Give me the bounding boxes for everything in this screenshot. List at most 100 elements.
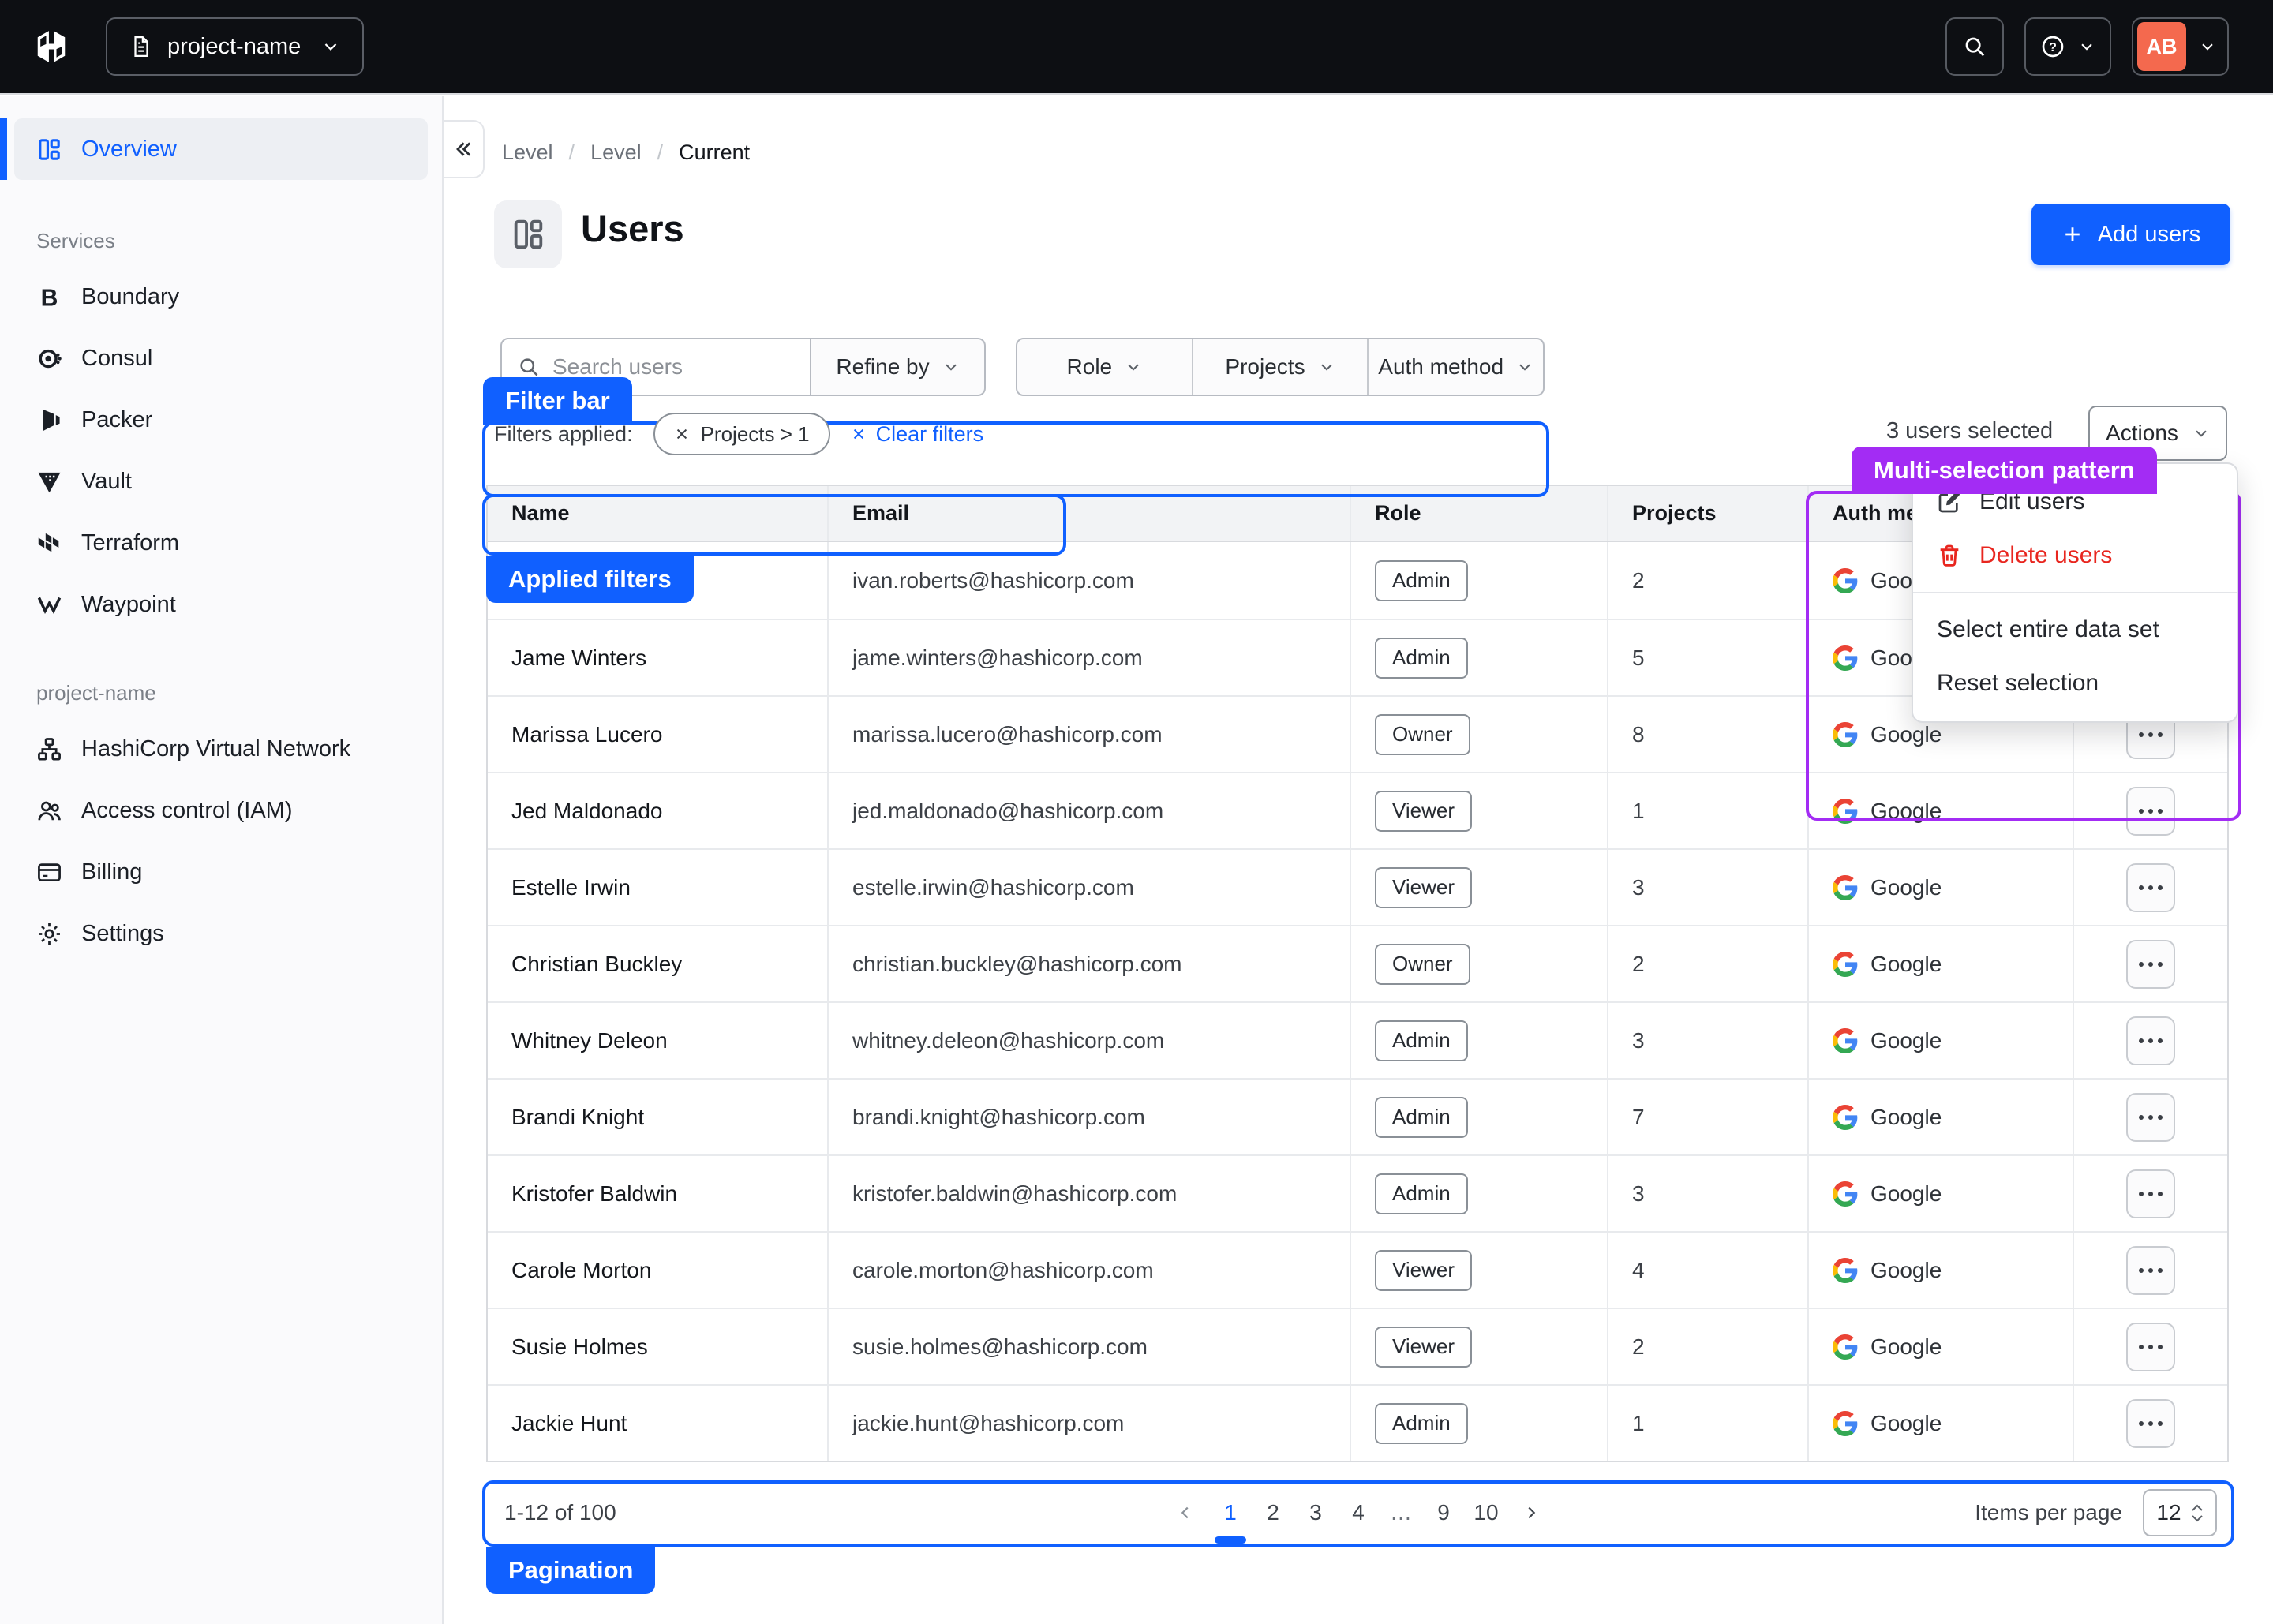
page-button-1[interactable]: 1 bbox=[1209, 1484, 1252, 1542]
page-button-4[interactable]: 4 bbox=[1337, 1484, 1380, 1542]
sidebar-item-billing[interactable]: Billing bbox=[14, 841, 428, 903]
sidebar-item-label: Settings bbox=[81, 921, 164, 947]
items-per-page-label: Items per page bbox=[1975, 1500, 2122, 1525]
sidebar-item-label: Overview bbox=[81, 137, 177, 163]
annotation-multi-selection: Multi-selection pattern bbox=[1852, 447, 2157, 494]
user-projects-count: 5 bbox=[1607, 620, 1807, 695]
avatar: AB bbox=[2137, 22, 2186, 71]
account-menu-button[interactable]: AB bbox=[2132, 17, 2229, 76]
grid-icon bbox=[36, 137, 62, 163]
help-menu-button[interactable]: ? bbox=[2024, 17, 2111, 76]
sidebar-item-hvn[interactable]: HashiCorp Virtual Network bbox=[14, 718, 428, 780]
close-icon bbox=[851, 426, 867, 442]
row-actions-button[interactable] bbox=[2126, 1399, 2175, 1448]
items-per-page-stepper[interactable]: 12 bbox=[2143, 1489, 2217, 1536]
filter-chip-projects[interactable]: Projects > 1 bbox=[653, 413, 830, 455]
sidebar-item-consul[interactable]: Consul bbox=[14, 327, 428, 389]
auth-method-filter-dropdown[interactable]: Auth method bbox=[1367, 339, 1543, 395]
role-badge: Admin bbox=[1375, 560, 1468, 601]
column-header-email: Email bbox=[827, 486, 1350, 541]
row-actions-button[interactable] bbox=[2126, 1016, 2175, 1065]
google-icon bbox=[1833, 568, 1858, 593]
row-actions-button[interactable] bbox=[2126, 1246, 2175, 1295]
sidebar-item-waypoint[interactable]: Waypoint bbox=[14, 574, 428, 635]
auth-method-filter-label: Auth method bbox=[1378, 354, 1503, 380]
refine-by-dropdown[interactable]: Refine by bbox=[811, 338, 986, 396]
boundary-logo-icon: B bbox=[36, 284, 62, 310]
breadcrumb-item[interactable]: Level bbox=[590, 140, 642, 165]
role-filter-label: Role bbox=[1067, 354, 1113, 380]
user-email: jed.maldonado@hashicorp.com bbox=[827, 773, 1350, 848]
chevron-down-icon bbox=[1318, 358, 1335, 376]
chevron-left-icon bbox=[1177, 1504, 1194, 1521]
user-actions-cell bbox=[2073, 1080, 2227, 1154]
role-badge: Admin bbox=[1375, 1173, 1468, 1214]
sidebar-item-vault[interactable]: Vault bbox=[14, 451, 428, 512]
items-per-page-control: Items per page 12 bbox=[1975, 1489, 2217, 1536]
google-icon bbox=[1833, 645, 1858, 671]
user-name: Jackie Hunt bbox=[488, 1386, 827, 1461]
pagination-bar: 1-12 of 100 1 2 3 4 … 9 10 Items per pag… bbox=[485, 1484, 2231, 1542]
sidebar-item-access-control[interactable]: Access control (IAM) bbox=[14, 780, 428, 841]
user-role-cell: Owner bbox=[1350, 926, 1607, 1001]
row-actions-button[interactable] bbox=[2126, 863, 2175, 912]
page-button-3[interactable]: 3 bbox=[1294, 1484, 1337, 1542]
user-projects-count: 8 bbox=[1607, 697, 1807, 772]
user-actions-cell bbox=[2073, 1003, 2227, 1078]
user-name: Carole Morton bbox=[488, 1233, 827, 1308]
user-email: jame.winters@hashicorp.com bbox=[827, 620, 1350, 695]
annotation-filter-bar: Filter bar bbox=[483, 377, 632, 425]
row-actions-button[interactable] bbox=[2126, 787, 2175, 836]
user-auth-cell: Google bbox=[1807, 1309, 2073, 1384]
sidebar-item-settings[interactable]: Settings bbox=[14, 903, 428, 964]
previous-page-button[interactable] bbox=[1162, 1484, 1209, 1542]
column-header-role: Role bbox=[1350, 486, 1607, 541]
breadcrumb-item[interactable]: Level bbox=[502, 140, 553, 165]
row-actions-button[interactable] bbox=[2126, 1169, 2175, 1218]
close-icon bbox=[674, 426, 690, 442]
document-icon bbox=[129, 35, 153, 58]
row-actions-button[interactable] bbox=[2126, 1323, 2175, 1371]
sidebar-item-packer[interactable]: Packer bbox=[14, 389, 428, 451]
row-actions-button[interactable] bbox=[2126, 940, 2175, 989]
menu-item-reset-selection[interactable]: Reset selection bbox=[1913, 657, 2237, 710]
row-actions-button[interactable] bbox=[2126, 1093, 2175, 1142]
user-actions-cell bbox=[2073, 850, 2227, 925]
search-users-input[interactable] bbox=[552, 354, 781, 380]
main-content: Level / Level / Current Users Add users … bbox=[445, 96, 2273, 1624]
sidebar: Overview Services B Boundary Consul Pack… bbox=[0, 96, 444, 1624]
page-button-9[interactable]: 9 bbox=[1422, 1484, 1465, 1542]
svg-text:B: B bbox=[41, 285, 58, 310]
table-row: Jackie Hunt jackie.hunt@hashicorp.com Ad… bbox=[488, 1384, 2227, 1461]
pagination-pages: 1 2 3 4 … 9 10 bbox=[1162, 1484, 1555, 1542]
sidebar-section-project: project-name bbox=[36, 681, 406, 705]
breadcrumb-separator: / bbox=[657, 140, 664, 165]
clear-filters-link[interactable]: Clear filters bbox=[851, 422, 984, 447]
menu-item-delete-users[interactable]: Delete users bbox=[1913, 529, 2237, 582]
sidebar-item-terraform[interactable]: Terraform bbox=[14, 512, 428, 574]
user-role-cell: Admin bbox=[1350, 542, 1607, 619]
help-icon: ? bbox=[2040, 34, 2065, 59]
role-filter-dropdown[interactable]: Role bbox=[1017, 339, 1192, 395]
project-switcher[interactable]: project-name bbox=[106, 17, 364, 76]
users-icon bbox=[36, 798, 62, 824]
refine-by-label: Refine by bbox=[836, 354, 929, 380]
table-row: Christian Buckley christian.buckley@hash… bbox=[488, 925, 2227, 1001]
next-page-button[interactable] bbox=[1507, 1484, 1555, 1542]
chevron-down-icon bbox=[1125, 358, 1142, 376]
global-search-button[interactable] bbox=[1945, 17, 2004, 76]
google-icon bbox=[1833, 1105, 1858, 1130]
menu-item-select-entire-data-set[interactable]: Select entire data set bbox=[1913, 603, 2237, 657]
page-button-10[interactable]: 10 bbox=[1465, 1484, 1507, 1542]
page-icon-box bbox=[494, 200, 562, 268]
google-icon bbox=[1833, 1411, 1858, 1436]
google-icon bbox=[1833, 1181, 1858, 1207]
sidebar-item-boundary[interactable]: B Boundary bbox=[14, 266, 428, 327]
search-icon bbox=[1963, 35, 1987, 58]
sidebar-collapse-button[interactable] bbox=[444, 120, 485, 178]
page-button-2[interactable]: 2 bbox=[1252, 1484, 1294, 1542]
user-auth-method: Google bbox=[1870, 1334, 1942, 1360]
projects-filter-dropdown[interactable]: Projects bbox=[1192, 339, 1368, 395]
sidebar-item-overview[interactable]: Overview bbox=[14, 118, 428, 180]
add-users-button[interactable]: Add users bbox=[2031, 204, 2230, 265]
